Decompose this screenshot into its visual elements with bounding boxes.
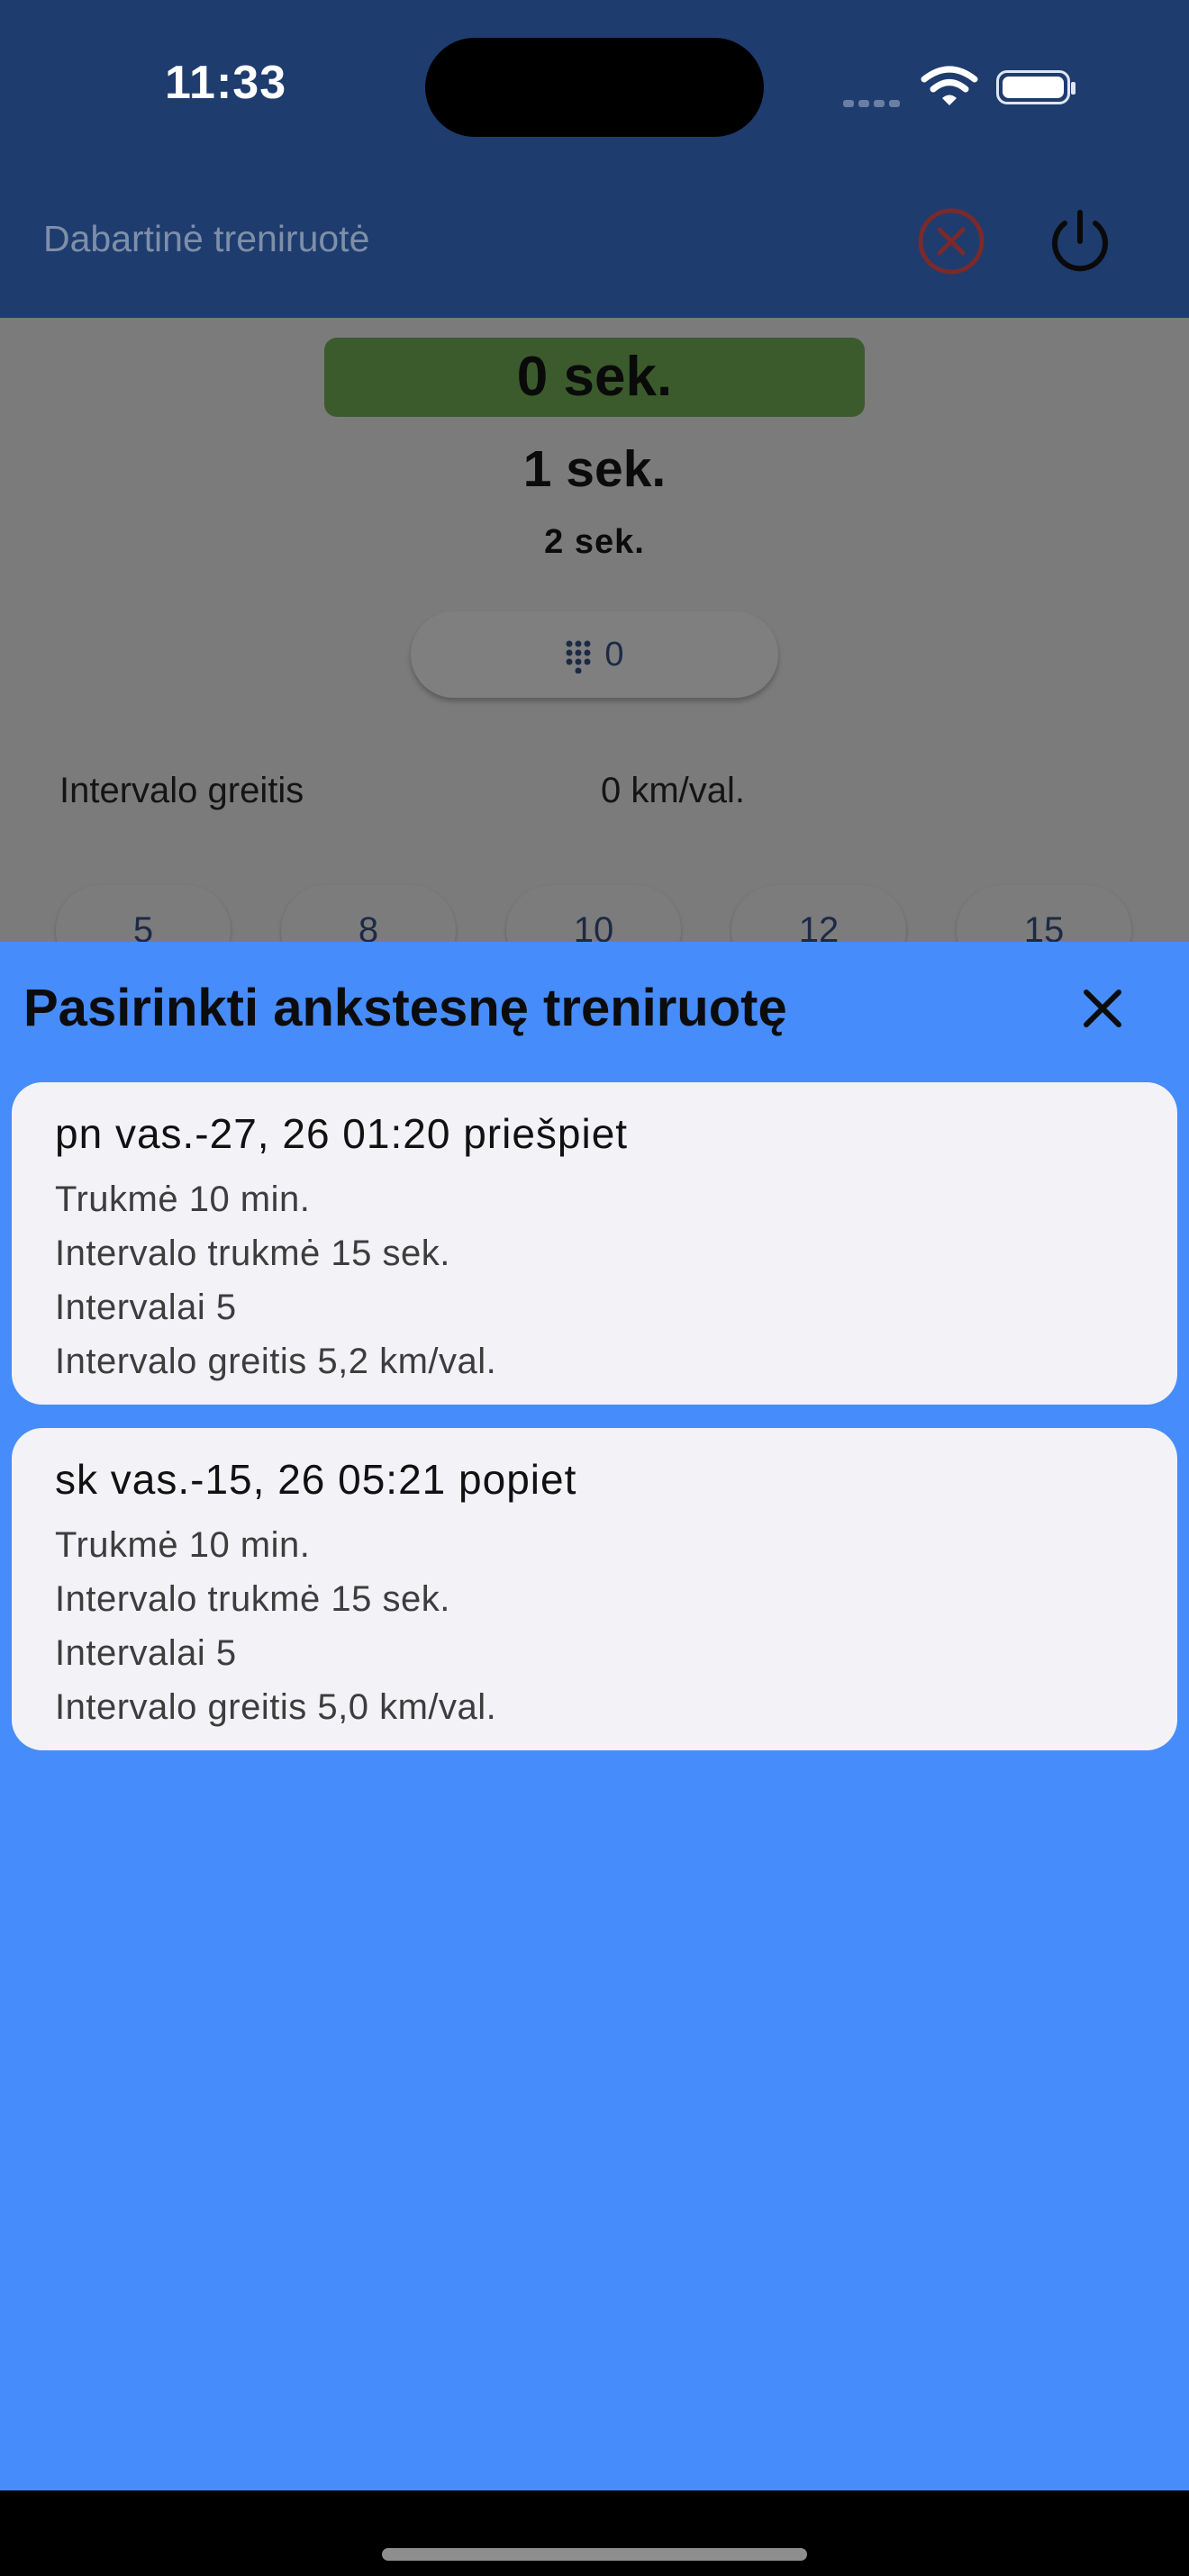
workout-interval-speed: Intervalo greitis 5,0 km/val. — [55, 1687, 497, 1727]
after-next-timer: 2 sek. — [544, 523, 645, 561]
speed-label: Intervalo greitis — [59, 771, 304, 810]
app-bar-title: Dabartinė treniruotė — [43, 218, 370, 259]
dialpad-icon — [566, 640, 591, 673]
workout-date: sk vas.-15, 26 05:21 popiet — [55, 1456, 577, 1503]
workout-date: pn vas.-27, 26 01:20 priešpiet — [55, 1110, 629, 1157]
dynamic-island — [425, 38, 764, 137]
status-time: 11:33 — [165, 57, 287, 109]
workout-interval-duration: Intervalo trukmė 15 sek. — [55, 1234, 450, 1273]
speed-preset-chip[interactable]: 5 — [56, 885, 231, 942]
home-bar-area — [0, 2490, 1189, 2576]
workout-interval-speed: Intervalo greitis 5,2 km/val. — [55, 1342, 497, 1381]
home-indicator[interactable] — [382, 2548, 807, 2561]
speed-preset-chip[interactable]: 15 — [957, 885, 1131, 942]
wifi-icon — [921, 66, 978, 105]
workout-card[interactable]: sk vas.-15, 26 05:21 popiet Trukmė 10 mi… — [12, 1428, 1177, 1750]
current-timer: 0 sek. — [324, 338, 865, 417]
speed-preset-chip[interactable]: 8 — [281, 885, 456, 942]
previous-workout-sheet: Pasirinkti ankstesnę treniruotę pn vas.-… — [0, 942, 1189, 2490]
speed-value: 0 km/val. — [601, 771, 746, 810]
counter-value: 0 — [604, 636, 624, 673]
workout-duration: Trukmė 10 min. — [55, 1525, 311, 1565]
sheet-title: Pasirinkti ankstesnę treniruotę — [23, 979, 787, 1037]
workout-intervals: Intervalai 5 — [55, 1288, 237, 1327]
battery-icon — [996, 70, 1076, 104]
workout-intervals: Intervalai 5 — [55, 1633, 237, 1673]
workout-content: 0 sek. 1 sek. 2 sek. 0 Intervalo greitis… — [0, 318, 1189, 942]
interval-counter-button[interactable]: 0 — [411, 611, 778, 698]
speed-preset-chip[interactable]: 12 — [731, 885, 906, 942]
cancel-circle-icon[interactable] — [915, 205, 987, 277]
power-icon[interactable] — [1045, 207, 1115, 277]
workout-card[interactable]: pn vas.-27, 26 01:20 priešpiet Trukmė 10… — [12, 1082, 1177, 1405]
next-timer: 1 sek. — [522, 440, 667, 498]
app-bar: Dabartinė treniruotė — [0, 171, 1189, 318]
status-bar: 11:33 — [0, 0, 1189, 171]
speed-preset-chip[interactable]: 10 — [506, 885, 681, 942]
close-icon[interactable] — [1077, 983, 1128, 1034]
workout-interval-duration: Intervalo trukmė 15 sek. — [55, 1579, 450, 1619]
workout-duration: Trukmė 10 min. — [55, 1180, 311, 1219]
cellular-signal-icon — [843, 95, 904, 112]
